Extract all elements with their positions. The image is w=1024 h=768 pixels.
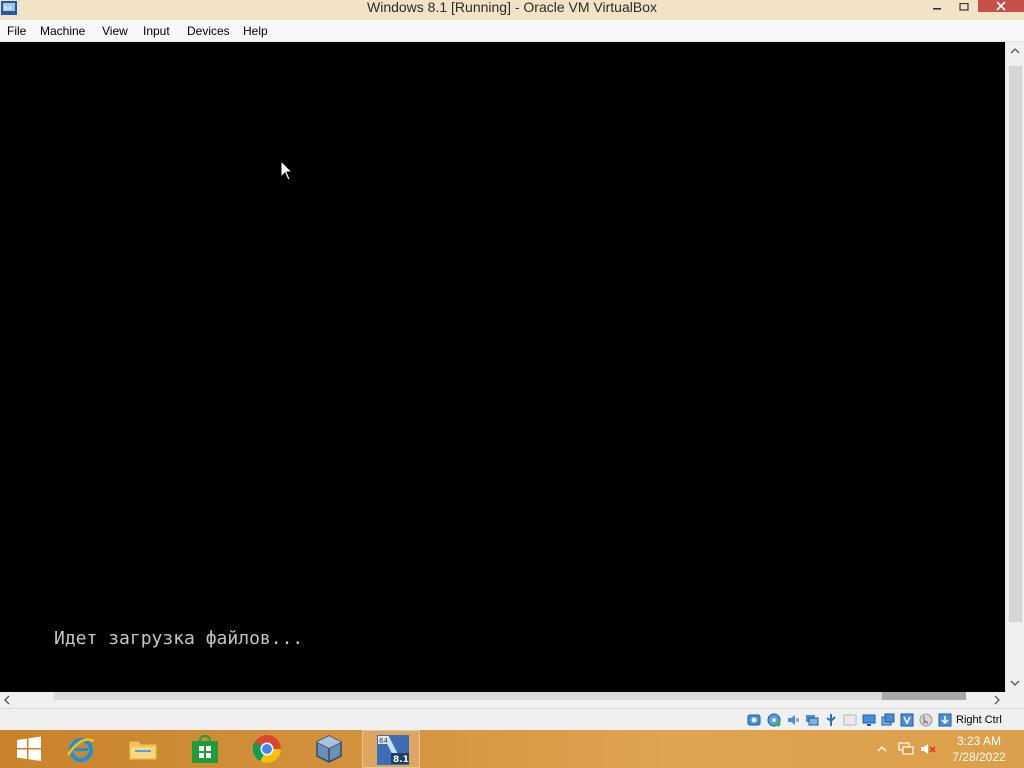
- menu-bar: File Machine View Input Devices Help: [0, 20, 1024, 42]
- display-icon[interactable]: [862, 713, 876, 727]
- host-key-label: Right Ctrl: [956, 714, 1002, 726]
- scroll-down-arrow-icon[interactable]: [1010, 678, 1020, 688]
- video-capture-icon[interactable]: [881, 713, 895, 727]
- clock-date: 7/28/2022: [952, 750, 1006, 764]
- close-button[interactable]: [978, 0, 1024, 12]
- vm-display[interactable]: Идет загрузка файлов...: [0, 42, 1005, 692]
- windows-taskbar: 64 8.1 3:23 AM 7/28/2022: [0, 730, 1024, 768]
- network-tray-icon[interactable]: [898, 742, 914, 756]
- volume-muted-icon[interactable]: [920, 742, 936, 756]
- svg-text:64: 64: [379, 737, 388, 745]
- menu-help[interactable]: Help: [238, 20, 273, 42]
- menu-machine[interactable]: Machine: [35, 20, 90, 42]
- store-icon: [192, 734, 218, 763]
- menu-file[interactable]: File: [2, 20, 31, 42]
- virtualbox-icon: [316, 735, 342, 763]
- horizontal-scroll-track[interactable]: [54, 692, 966, 700]
- internet-explorer-icon: [66, 738, 95, 762]
- mouse-pointer-icon: [280, 159, 294, 187]
- status-bar: Right Ctrl: [0, 708, 1024, 730]
- network-icon[interactable]: [805, 713, 819, 727]
- horizontal-scrollbar[interactable]: [0, 692, 1024, 708]
- keyboard-capture-icon[interactable]: [938, 713, 952, 727]
- menu-view[interactable]: View: [97, 20, 133, 42]
- horizontal-scroll-thumb[interactable]: [882, 692, 966, 700]
- virtualization-icon[interactable]: [900, 713, 914, 727]
- optical-drive-icon[interactable]: [767, 713, 781, 727]
- start-button[interactable]: [0, 730, 58, 768]
- taskbar-windows-8.1-vm[interactable]: 64 8.1: [362, 730, 420, 768]
- mouse-integration-icon[interactable]: [919, 713, 933, 727]
- clock-time: 3:23 AM: [956, 734, 1002, 748]
- taskbar-virtualbox-manager[interactable]: [300, 730, 358, 768]
- system-clock[interactable]: 3:23 AM 7/28/2022: [946, 733, 1012, 765]
- menu-devices[interactable]: Devices: [182, 20, 235, 42]
- taskbar-google-chrome[interactable]: [238, 730, 296, 768]
- maximize-button[interactable]: [950, 0, 978, 11]
- taskbar-internet-explorer[interactable]: [52, 730, 110, 768]
- usb-icon[interactable]: [824, 713, 838, 727]
- vertical-scroll-thumb[interactable]: [1009, 66, 1022, 622]
- scroll-up-arrow-icon[interactable]: [1010, 46, 1020, 56]
- menu-input[interactable]: Input: [138, 20, 175, 42]
- taskbar-windows-store[interactable]: [176, 730, 234, 768]
- vm-windows-81-icon: 64 8.1: [377, 735, 409, 765]
- shared-folders-icon[interactable]: [843, 713, 857, 727]
- scroll-left-arrow-icon[interactable]: [2, 695, 12, 705]
- vm-console-message: Идет загрузка файлов...: [54, 628, 304, 649]
- svg-text:8.1: 8.1: [393, 755, 409, 765]
- minimize-button[interactable]: [924, 0, 950, 10]
- show-hidden-icons-chevron-icon[interactable]: [876, 742, 892, 756]
- audio-icon[interactable]: [786, 713, 800, 727]
- window-title: Windows 8.1 [Running] - Oracle VM Virtua…: [367, 0, 657, 15]
- title-bar[interactable]: 64 Windows 8.1 [Running] - Oracle VM Vir…: [0, 0, 1024, 20]
- hard-disk-icon[interactable]: [747, 713, 761, 727]
- chrome-icon: [252, 735, 281, 763]
- vertical-scrollbar[interactable]: [1005, 42, 1024, 692]
- scroll-right-arrow-icon[interactable]: [992, 695, 1002, 705]
- folder-icon: [128, 740, 158, 761]
- taskbar-file-explorer[interactable]: [114, 730, 172, 768]
